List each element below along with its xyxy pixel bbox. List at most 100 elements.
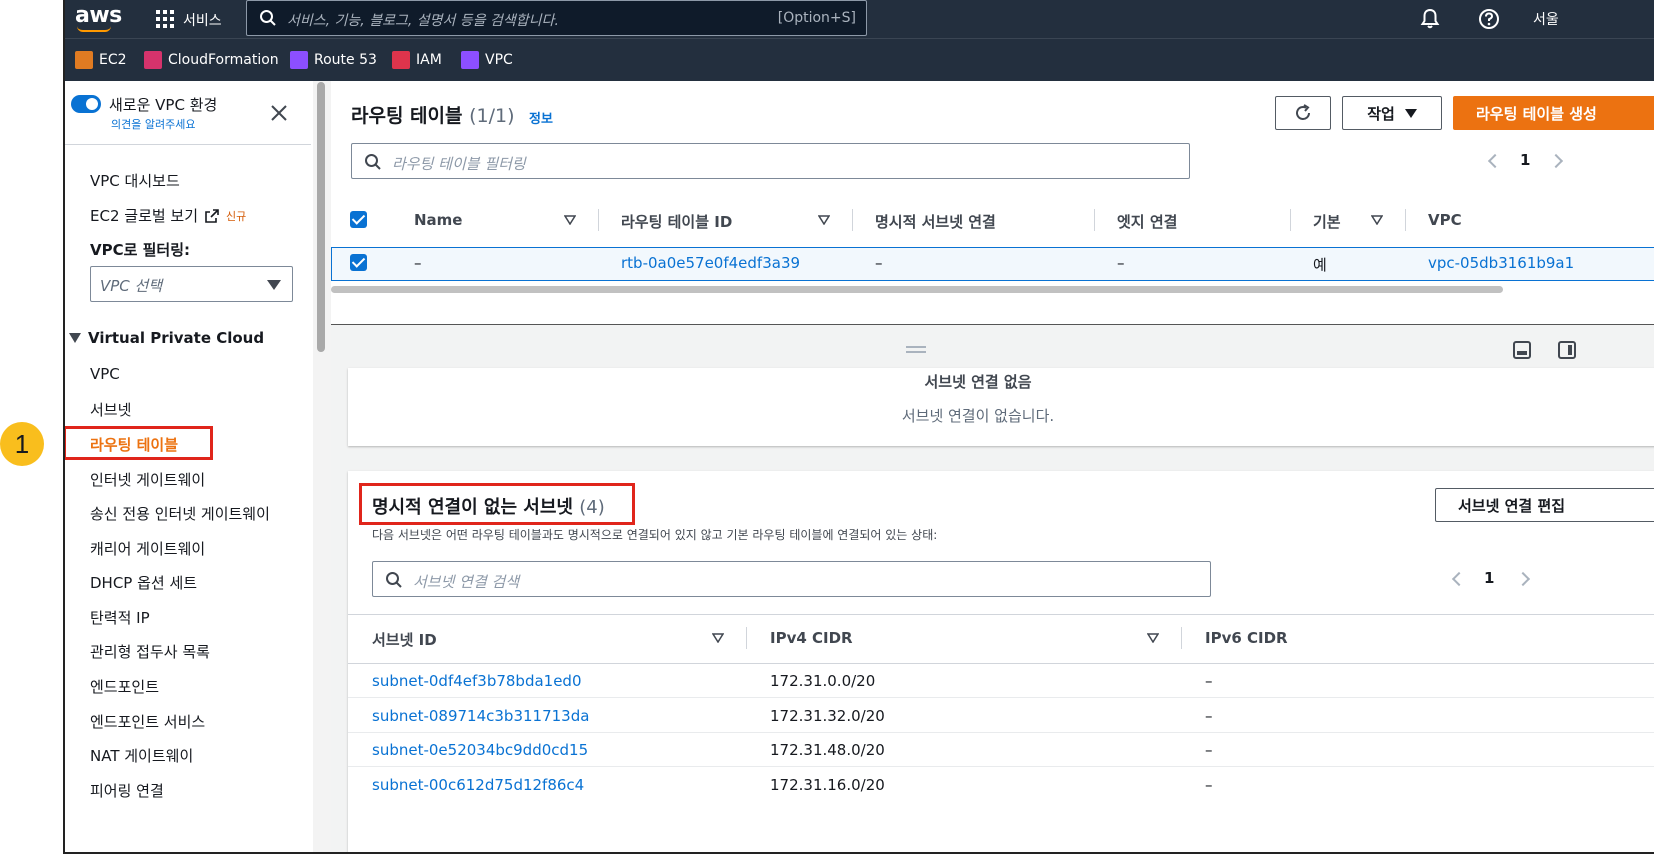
row-name: – [414,254,422,272]
vpc-id-link[interactable]: vpc-05db3161b9a1 [1428,254,1574,272]
new-badge: 신규 [226,209,247,223]
search-placeholder: 서비스, 기능, 블로그, 설명서 등을 검색합니다. [287,13,559,29]
new-vpc-experience-toggle[interactable] [71,95,101,113]
shortcut-cloudformation[interactable]: CloudFormation [144,49,279,71]
sidebar-item-egress-only-gateways[interactable]: 송신 전용 인터넷 게이트웨이 [90,503,270,524]
drag-handle-icon[interactable] [906,346,926,348]
info-link[interactable]: 정보 [529,108,553,127]
subnet-page-number[interactable]: 1 [1484,569,1494,587]
sort-icon[interactable] [818,215,830,225]
subnet-id-link[interactable]: subnet-089714c3b311713da [372,707,589,725]
page-title: 라우팅 테이블 (1/1) [351,101,515,128]
sidebar-item-vpc-dashboard[interactable]: VPC 대시보드 [90,170,180,191]
route-table-id-link[interactable]: rtb-0a0e57e0f4edf3a39 [621,254,800,272]
panel-bottom-icon[interactable] [1512,340,1532,360]
caret-down-icon [1404,108,1417,118]
column-header-ipv6-cidr[interactable]: IPv6 CIDR [1205,629,1288,647]
sort-icon[interactable] [712,633,724,643]
shortcut-label: EC2 [99,52,127,68]
column-header-route-table-id[interactable]: 라우팅 테이블 ID [621,211,732,232]
row-checkbox[interactable] [350,254,367,271]
section-title-virtual-private-cloud[interactable]: Virtual Private Cloud [88,329,264,347]
sort-icon[interactable] [1371,215,1383,225]
refresh-button[interactable] [1275,96,1331,130]
shortcut-ec2[interactable]: EC2 [75,49,127,71]
column-header-edge[interactable]: 엣지 연결 [1117,211,1177,232]
subnet-id-link[interactable]: subnet-0df4ef3b78bda1ed0 [372,672,582,690]
column-header-explicit-subnet[interactable]: 명시적 서브넷 연결 [875,211,996,232]
sidebar-item-nat-gateways[interactable]: NAT 게이트웨이 [90,745,193,766]
actions-dropdown-button[interactable]: 작업 [1342,96,1442,130]
sidebar-item-ec2-global-view[interactable]: EC2 글로벌 보기 신규 [90,205,246,226]
caret-down-icon[interactable] [69,333,81,343]
chevron-right-icon[interactable] [1548,153,1564,169]
sort-icon[interactable] [1147,633,1159,643]
create-route-table-button[interactable]: 라우팅 테이블 생성 [1453,96,1654,130]
help-icon[interactable] [1476,6,1502,32]
subnet-id-link[interactable]: subnet-0e52034bc9dd0cd15 [372,741,588,759]
column-separator [1094,209,1095,231]
subnet-search-input[interactable]: 서브넷 연결 검색 [372,561,1211,597]
sidebar-scrollbar-thumb[interactable] [317,82,325,352]
column-header-ipv4-cidr[interactable]: IPv4 CIDR [770,629,853,647]
route-table-filter-input[interactable]: 라우팅 테이블 필터링 [351,143,1190,179]
select-all-checkbox[interactable] [350,211,367,228]
column-separator [1290,209,1291,231]
sidebar-item-endpoint-services[interactable]: 엔드포인트 서비스 [90,711,205,732]
column-header-main[interactable]: 기본 [1313,211,1341,232]
chevron-left-icon[interactable] [1451,571,1467,587]
column-separator [598,209,599,231]
favorites-bar: EC2 CloudFormation Route 53 IAM VPC [65,38,1654,81]
header-separator [348,614,1654,615]
sidebar-item-carrier-gateways[interactable]: 캐리어 게이트웨이 [90,538,205,559]
sidebar-item-subnets[interactable]: 서브넷 [90,399,131,420]
horizontal-scrollbar-thumb[interactable] [331,286,1503,293]
search-icon [260,10,276,26]
iam-service-icon [392,51,410,69]
sidebar-item-peering-connections[interactable]: 피어링 연결 [90,780,164,801]
ipv4-cidr-value: 172.31.32.0/20 [770,707,885,725]
sidebar-item-internet-gateways[interactable]: 인터넷 게이트웨이 [90,469,205,490]
shortcut-iam[interactable]: IAM [392,49,442,71]
sidebar-item-endpoints[interactable]: 엔드포인트 [90,676,159,697]
services-menu-button[interactable]: 서비스 [183,10,222,30]
sidebar-item-elastic-ips[interactable]: 탄력적 IP [90,607,150,628]
row-separator [348,766,1654,767]
column-header-subnet-id[interactable]: 서브넷 ID [372,629,437,650]
sidebar-item-vpc[interactable]: VPC [90,365,120,383]
vpc-filter-select[interactable]: VPC 선택 [90,266,293,302]
vpc-service-icon [461,51,479,69]
chevron-right-icon[interactable] [1515,571,1531,587]
sidebar-divider [65,144,311,145]
services-grid-icon[interactable] [156,10,174,28]
row-explicit-subnet: – [875,254,883,272]
column-separator [852,209,853,231]
sort-icon[interactable] [564,215,576,225]
close-icon[interactable] [269,103,289,123]
annotation-box-1 [65,426,213,460]
vpc-filter-label: VPC로 필터링: [90,241,191,259]
edit-subnet-associations-button[interactable]: 서브넷 연결 편집 [1435,488,1654,522]
sidebar-item-dhcp-option-sets[interactable]: DHCP 옵션 세트 [90,572,197,593]
feedback-link[interactable]: 의견을 알려주세요 [111,116,195,132]
section-description: 다음 서브넷은 어떤 라우팅 테이블과도 명시적으로 연결되어 있지 않고 기본… [372,528,938,542]
shortcut-vpc[interactable]: VPC [461,49,513,71]
chevron-left-icon[interactable] [1487,153,1503,169]
column-header-name[interactable]: Name [414,211,462,229]
region-selector[interactable]: 서울 [1533,9,1559,29]
shortcut-route53[interactable]: Route 53 [290,49,377,71]
ipv4-cidr-value: 172.31.0.0/20 [770,672,876,690]
ipv6-cidr-value: – [1205,707,1213,725]
page-title-text: 라우팅 테이블 [351,105,463,127]
notifications-bell-icon[interactable] [1417,6,1443,32]
sidebar-item-managed-prefix-lists[interactable]: 관리형 접두사 목록 [90,641,210,662]
search-shortcut-hint: [Option+S] [777,10,856,26]
aws-logo-smile-icon [77,26,111,32]
aws-logo[interactable]: aws [75,3,122,28]
empty-state-text: 서브넷 연결이 없습니다. [901,407,1055,425]
panel-side-icon[interactable] [1557,340,1577,360]
page-number[interactable]: 1 [1520,151,1530,169]
global-search-input[interactable]: 서비스, 기능, 블로그, 설명서 등을 검색합니다. [Option+S] [246,0,867,36]
subnet-id-link[interactable]: subnet-00c612d75d12f86c4 [372,776,584,794]
column-header-vpc[interactable]: VPC [1428,211,1462,229]
